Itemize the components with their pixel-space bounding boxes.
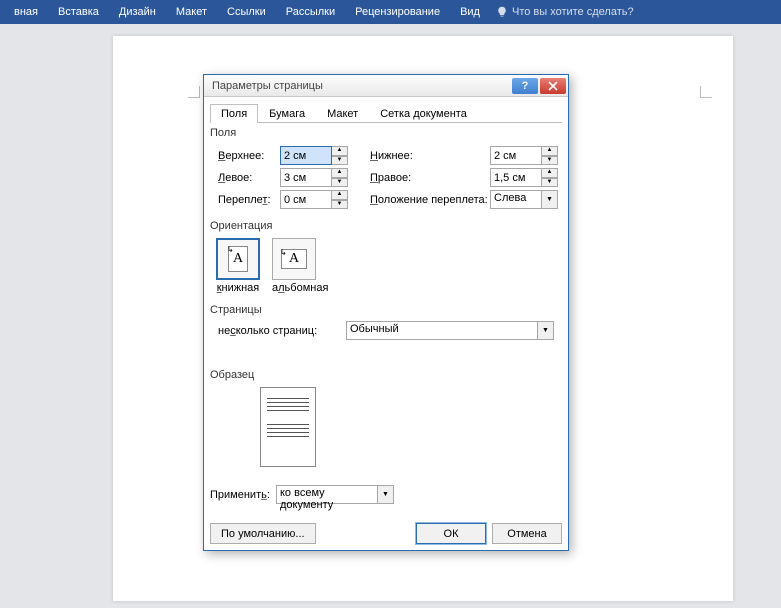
label-multiple-pages: несколько страниц:	[218, 325, 346, 337]
page-setup-dialog: Параметры страницы ? Поля Бумага Макет С…	[203, 74, 569, 551]
orientation-portrait[interactable]: ↳	[216, 238, 260, 280]
spinner-up-icon[interactable]: ▲	[542, 168, 558, 178]
label-gutter-position: Положение переплета:	[370, 194, 490, 206]
label-top: Верхнее:	[218, 150, 280, 162]
spinner-down-icon[interactable]: ▼	[542, 178, 558, 188]
orientation-landscape[interactable]: ↳	[272, 238, 316, 280]
margin-left-input[interactable]	[280, 168, 332, 187]
spinner-up-icon[interactable]: ▲	[542, 146, 558, 156]
group-pages-label: Страницы	[210, 304, 562, 316]
label-right: Правое:	[370, 172, 490, 184]
help-button[interactable]: ?	[512, 78, 538, 94]
spinner-up-icon[interactable]: ▲	[332, 168, 348, 178]
tab-margins[interactable]: Поля	[210, 104, 258, 123]
label-left: Левое:	[218, 172, 280, 184]
close-icon	[548, 81, 558, 91]
margin-right-input[interactable]	[490, 168, 542, 187]
preview-thumbnail	[260, 387, 316, 467]
cancel-button[interactable]: Отмена	[492, 523, 562, 544]
chevron-down-icon[interactable]: ▼	[538, 321, 554, 340]
ribbon-tab-mailings[interactable]: Рассылки	[276, 2, 345, 22]
ribbon: вная Вставка Дизайн Макет Ссылки Рассылк…	[0, 0, 781, 24]
margin-corner-tl	[188, 86, 200, 98]
gutter-position-select[interactable]: Слева	[490, 190, 542, 209]
ribbon-tab-home[interactable]: вная	[4, 2, 48, 22]
close-button[interactable]	[540, 78, 566, 94]
dialog-tabs: Поля Бумага Макет Сетка документа	[210, 103, 562, 123]
dialog-titlebar[interactable]: Параметры страницы ?	[204, 75, 568, 97]
multiple-pages-select[interactable]: Обычный	[346, 321, 538, 340]
orientation-landscape-label: альбомная	[272, 282, 328, 294]
label-apply-to: Применить:	[210, 489, 276, 501]
default-button[interactable]: По умолчанию...	[210, 523, 316, 544]
ribbon-tab-review[interactable]: Рецензирование	[345, 2, 450, 22]
tell-me-label: Что вы хотите сделать?	[512, 6, 634, 18]
group-orientation-label: Ориентация	[210, 220, 562, 232]
tab-layout[interactable]: Макет	[316, 104, 369, 123]
chevron-down-icon[interactable]: ▼	[378, 485, 394, 504]
margin-bottom-input[interactable]	[490, 146, 542, 165]
tab-paper[interactable]: Бумага	[258, 104, 316, 123]
landscape-page-icon: ↳	[281, 249, 307, 269]
tell-me-search[interactable]: Что вы хотите сделать?	[496, 6, 634, 18]
apply-to-select[interactable]: ко всему документу	[276, 485, 378, 504]
ribbon-tab-insert[interactable]: Вставка	[48, 2, 109, 22]
spinner-up-icon[interactable]: ▲	[332, 190, 348, 200]
ribbon-tab-design[interactable]: Дизайн	[109, 2, 166, 22]
gutter-input[interactable]	[280, 190, 332, 209]
tab-docgrid[interactable]: Сетка документа	[369, 104, 478, 123]
ribbon-tab-layout[interactable]: Макет	[166, 2, 217, 22]
chevron-down-icon[interactable]: ▼	[542, 190, 558, 209]
margin-top-input[interactable]	[280, 146, 332, 165]
group-margins-label: Поля	[210, 127, 562, 139]
spinner-down-icon[interactable]: ▼	[332, 156, 348, 166]
label-bottom: Нижнее:	[370, 150, 490, 162]
spinner-down-icon[interactable]: ▼	[542, 156, 558, 166]
margin-corner-tr	[700, 86, 712, 98]
ribbon-tab-references[interactable]: Ссылки	[217, 2, 276, 22]
spinner-up-icon[interactable]: ▲	[332, 146, 348, 156]
ribbon-tab-view[interactable]: Вид	[450, 2, 490, 22]
portrait-page-icon: ↳	[228, 246, 248, 272]
label-gutter: Переплет:	[218, 194, 280, 206]
orientation-portrait-label: книжная	[216, 282, 260, 294]
spinner-down-icon[interactable]: ▼	[332, 200, 348, 210]
ok-button[interactable]: ОК	[416, 523, 486, 544]
group-sample-label: Образец	[210, 369, 562, 381]
lightbulb-icon	[496, 6, 508, 18]
spinner-down-icon[interactable]: ▼	[332, 178, 348, 188]
dialog-title: Параметры страницы	[212, 80, 510, 92]
